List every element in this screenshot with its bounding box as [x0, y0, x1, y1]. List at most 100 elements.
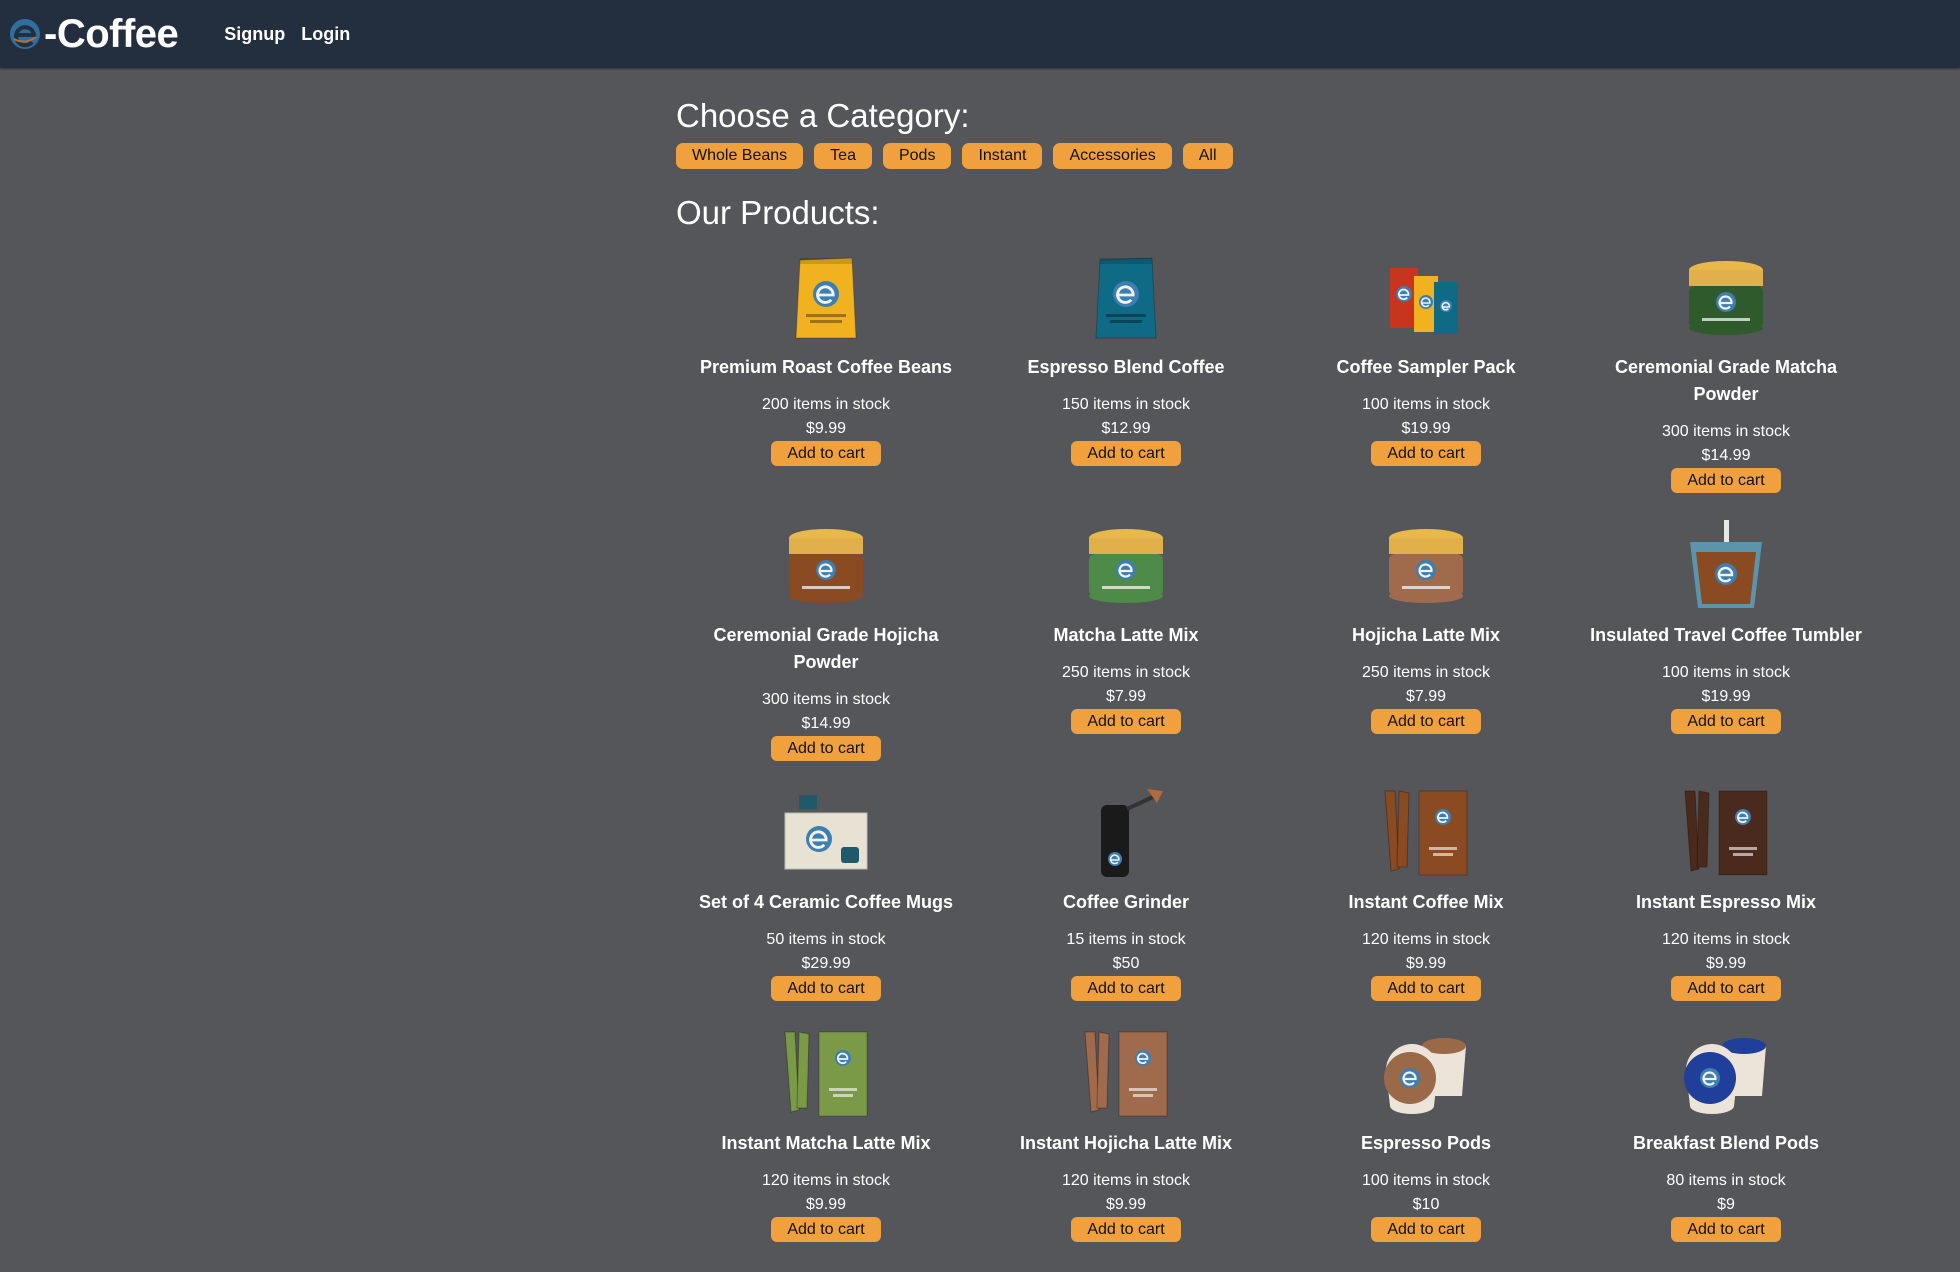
product-name[interactable]: Coffee Grinder: [986, 889, 1266, 916]
product-stock: 300 items in stock: [761, 691, 891, 708]
product-card: Instant Matcha Latte Mix 120 items in sto…: [676, 1028, 976, 1242]
category-button-accessories[interactable]: Accessories: [1053, 143, 1172, 170]
add-to-cart-button[interactable]: Add to cart: [1071, 1217, 1181, 1242]
product-card: Ceremonial Grade Hojicha Powder 300 items…: [676, 520, 976, 787]
product-price: $9.99: [1105, 1196, 1147, 1213]
e-logo-icon: [10, 19, 40, 49]
product-image-instant-sticks-icon[interactable]: [782, 1028, 870, 1120]
add-to-cart-button[interactable]: Add to cart: [1071, 441, 1181, 466]
product-card: Hojicha Latte Mix 250 items in stock $7.99…: [1276, 520, 1576, 787]
signup-link[interactable]: Signup: [224, 24, 285, 45]
product-image-jar-icon[interactable]: [1682, 252, 1770, 344]
product-price: $10: [1412, 1196, 1440, 1213]
product-image-pods-icon[interactable]: [1382, 1028, 1470, 1120]
product-price: $19.99: [1701, 688, 1751, 705]
product-stock: 120 items in stock: [1661, 931, 1791, 948]
product-price: $9.99: [805, 420, 847, 437]
product-image-jar-icon[interactable]: [1082, 520, 1170, 612]
product-price: $12.99: [1101, 420, 1151, 437]
product-image-instant-sticks-icon[interactable]: [1682, 787, 1770, 879]
add-to-cart-button[interactable]: Add to cart: [771, 736, 881, 761]
product-image-instant-sticks-icon[interactable]: [1382, 787, 1470, 879]
product-card: Espresso Pods 100 items in stock $10 Add to…: [1276, 1028, 1576, 1242]
product-stock: 15 items in stock: [1066, 931, 1186, 948]
product-card: Espresso Blend Coffee 150 items in stock $…: [976, 252, 1276, 520]
product-image-coffee-bag-icon[interactable]: [1082, 252, 1170, 344]
category-button-instant[interactable]: Instant: [962, 143, 1043, 170]
product-card: Premium Roast Coffee Beans 200 items in s…: [676, 252, 976, 520]
product-card: Set of 4 Ceramic Coffee Mugs 50 items in …: [676, 787, 976, 1028]
product-name[interactable]: Instant Matcha Latte Mix: [686, 1130, 966, 1157]
product-stock: 250 items in stock: [1361, 664, 1491, 681]
product-name[interactable]: Instant Coffee Mix: [1286, 889, 1566, 916]
product-grid: Premium Roast Coffee Beans 200 items in s…: [676, 252, 1876, 1242]
product-name[interactable]: Matcha Latte Mix: [986, 622, 1266, 649]
product-card: Instant Coffee Mix 120 items in stock $9.9…: [1276, 787, 1576, 1028]
product-card: Ceremonial Grade Matcha Powder 300 items …: [1576, 252, 1876, 520]
add-to-cart-button[interactable]: Add to cart: [1671, 709, 1781, 734]
product-image-pods-icon[interactable]: [1682, 1028, 1770, 1120]
product-price: $7.99: [1405, 688, 1447, 705]
add-to-cart-button[interactable]: Add to cart: [1671, 468, 1781, 493]
add-to-cart-button[interactable]: Add to cart: [1371, 441, 1481, 466]
product-image-grinder-icon[interactable]: [1082, 787, 1170, 879]
add-to-cart-button[interactable]: Add to cart: [1071, 976, 1181, 1001]
add-to-cart-button[interactable]: Add to cart: [1671, 1217, 1781, 1242]
product-card: Coffee Grinder 15 items in stock $50 Add to…: [976, 787, 1276, 1028]
product-name[interactable]: Instant Hojicha Latte Mix: [986, 1130, 1266, 1157]
add-to-cart-button[interactable]: Add to cart: [1671, 976, 1781, 1001]
product-image-mug-set-icon[interactable]: [782, 787, 870, 879]
product-card: Coffee Sampler Pack 100 items in stock $19…: [1276, 252, 1576, 520]
product-name[interactable]: Instant Espresso Mix: [1586, 889, 1866, 916]
category-buttons: Whole Beans Tea Pods Instant Accessories All: [676, 143, 1916, 170]
product-card: Breakfast Blend Pods 80 items in stock $9 A…: [1576, 1028, 1876, 1242]
product-name[interactable]: Coffee Sampler Pack: [1286, 354, 1566, 381]
product-name[interactable]: Ceremonial Grade Hojicha Powder: [686, 622, 966, 676]
product-price: $9: [1717, 1196, 1735, 1213]
product-image-sampler-pack-icon[interactable]: [1382, 252, 1470, 344]
add-to-cart-button[interactable]: Add to cart: [1371, 976, 1481, 1001]
product-stock: 120 items in stock: [1061, 1172, 1191, 1189]
login-link[interactable]: Login: [301, 24, 350, 45]
add-to-cart-button[interactable]: Add to cart: [1371, 1217, 1481, 1242]
add-to-cart-button[interactable]: Add to cart: [771, 1217, 881, 1242]
add-to-cart-button[interactable]: Add to cart: [771, 976, 881, 1001]
product-price: $9.99: [1405, 955, 1447, 972]
product-price: $7.99: [1105, 688, 1147, 705]
product-name[interactable]: Set of 4 Ceramic Coffee Mugs: [686, 889, 966, 916]
product-card: Instant Espresso Mix 120 items in stock $9…: [1576, 787, 1876, 1028]
product-image-instant-sticks-icon[interactable]: [1082, 1028, 1170, 1120]
product-image-jar-icon[interactable]: [1382, 520, 1470, 612]
product-image-jar-icon[interactable]: [782, 520, 870, 612]
navbar: -Coffee Signup Login: [0, 0, 1960, 68]
product-price: $14.99: [801, 715, 851, 732]
add-to-cart-button[interactable]: Add to cart: [1071, 709, 1181, 734]
category-button-pods[interactable]: Pods: [882, 143, 952, 170]
product-price: $19.99: [1401, 420, 1451, 437]
add-to-cart-button[interactable]: Add to cart: [771, 441, 881, 466]
logo[interactable]: -Coffee: [8, 12, 179, 57]
nav-links: Signup Login: [224, 24, 350, 45]
add-to-cart-button[interactable]: Add to cart: [1371, 709, 1481, 734]
product-price: $50: [1112, 955, 1140, 972]
product-price: $9.99: [805, 1196, 847, 1213]
product-name[interactable]: Hojicha Latte Mix: [1286, 622, 1566, 649]
product-stock: 50 items in stock: [766, 931, 886, 948]
product-name[interactable]: Breakfast Blend Pods: [1586, 1130, 1866, 1157]
product-name[interactable]: Espresso Pods: [1286, 1130, 1566, 1157]
category-button-all[interactable]: All: [1182, 143, 1233, 170]
product-image-tumbler-icon[interactable]: [1682, 520, 1770, 612]
product-name[interactable]: Insulated Travel Coffee Tumbler: [1586, 622, 1866, 649]
product-name[interactable]: Premium Roast Coffee Beans: [686, 354, 966, 381]
product-name[interactable]: Espresso Blend Coffee: [986, 354, 1266, 381]
category-button-whole-beans[interactable]: Whole Beans: [676, 143, 804, 170]
product-name[interactable]: Ceremonial Grade Matcha Powder: [1586, 354, 1866, 408]
product-card: Instant Hojicha Latte Mix 120 items in st…: [976, 1028, 1276, 1242]
category-button-tea[interactable]: Tea: [814, 143, 872, 170]
product-stock: 100 items in stock: [1361, 396, 1491, 413]
product-stock: 300 items in stock: [1661, 423, 1791, 440]
product-stock: 250 items in stock: [1061, 664, 1191, 681]
product-stock: 80 items in stock: [1666, 1172, 1786, 1189]
product-image-coffee-bag-icon[interactable]: [782, 252, 870, 344]
product-card: Matcha Latte Mix 250 items in stock $7.99 A…: [976, 520, 1276, 787]
